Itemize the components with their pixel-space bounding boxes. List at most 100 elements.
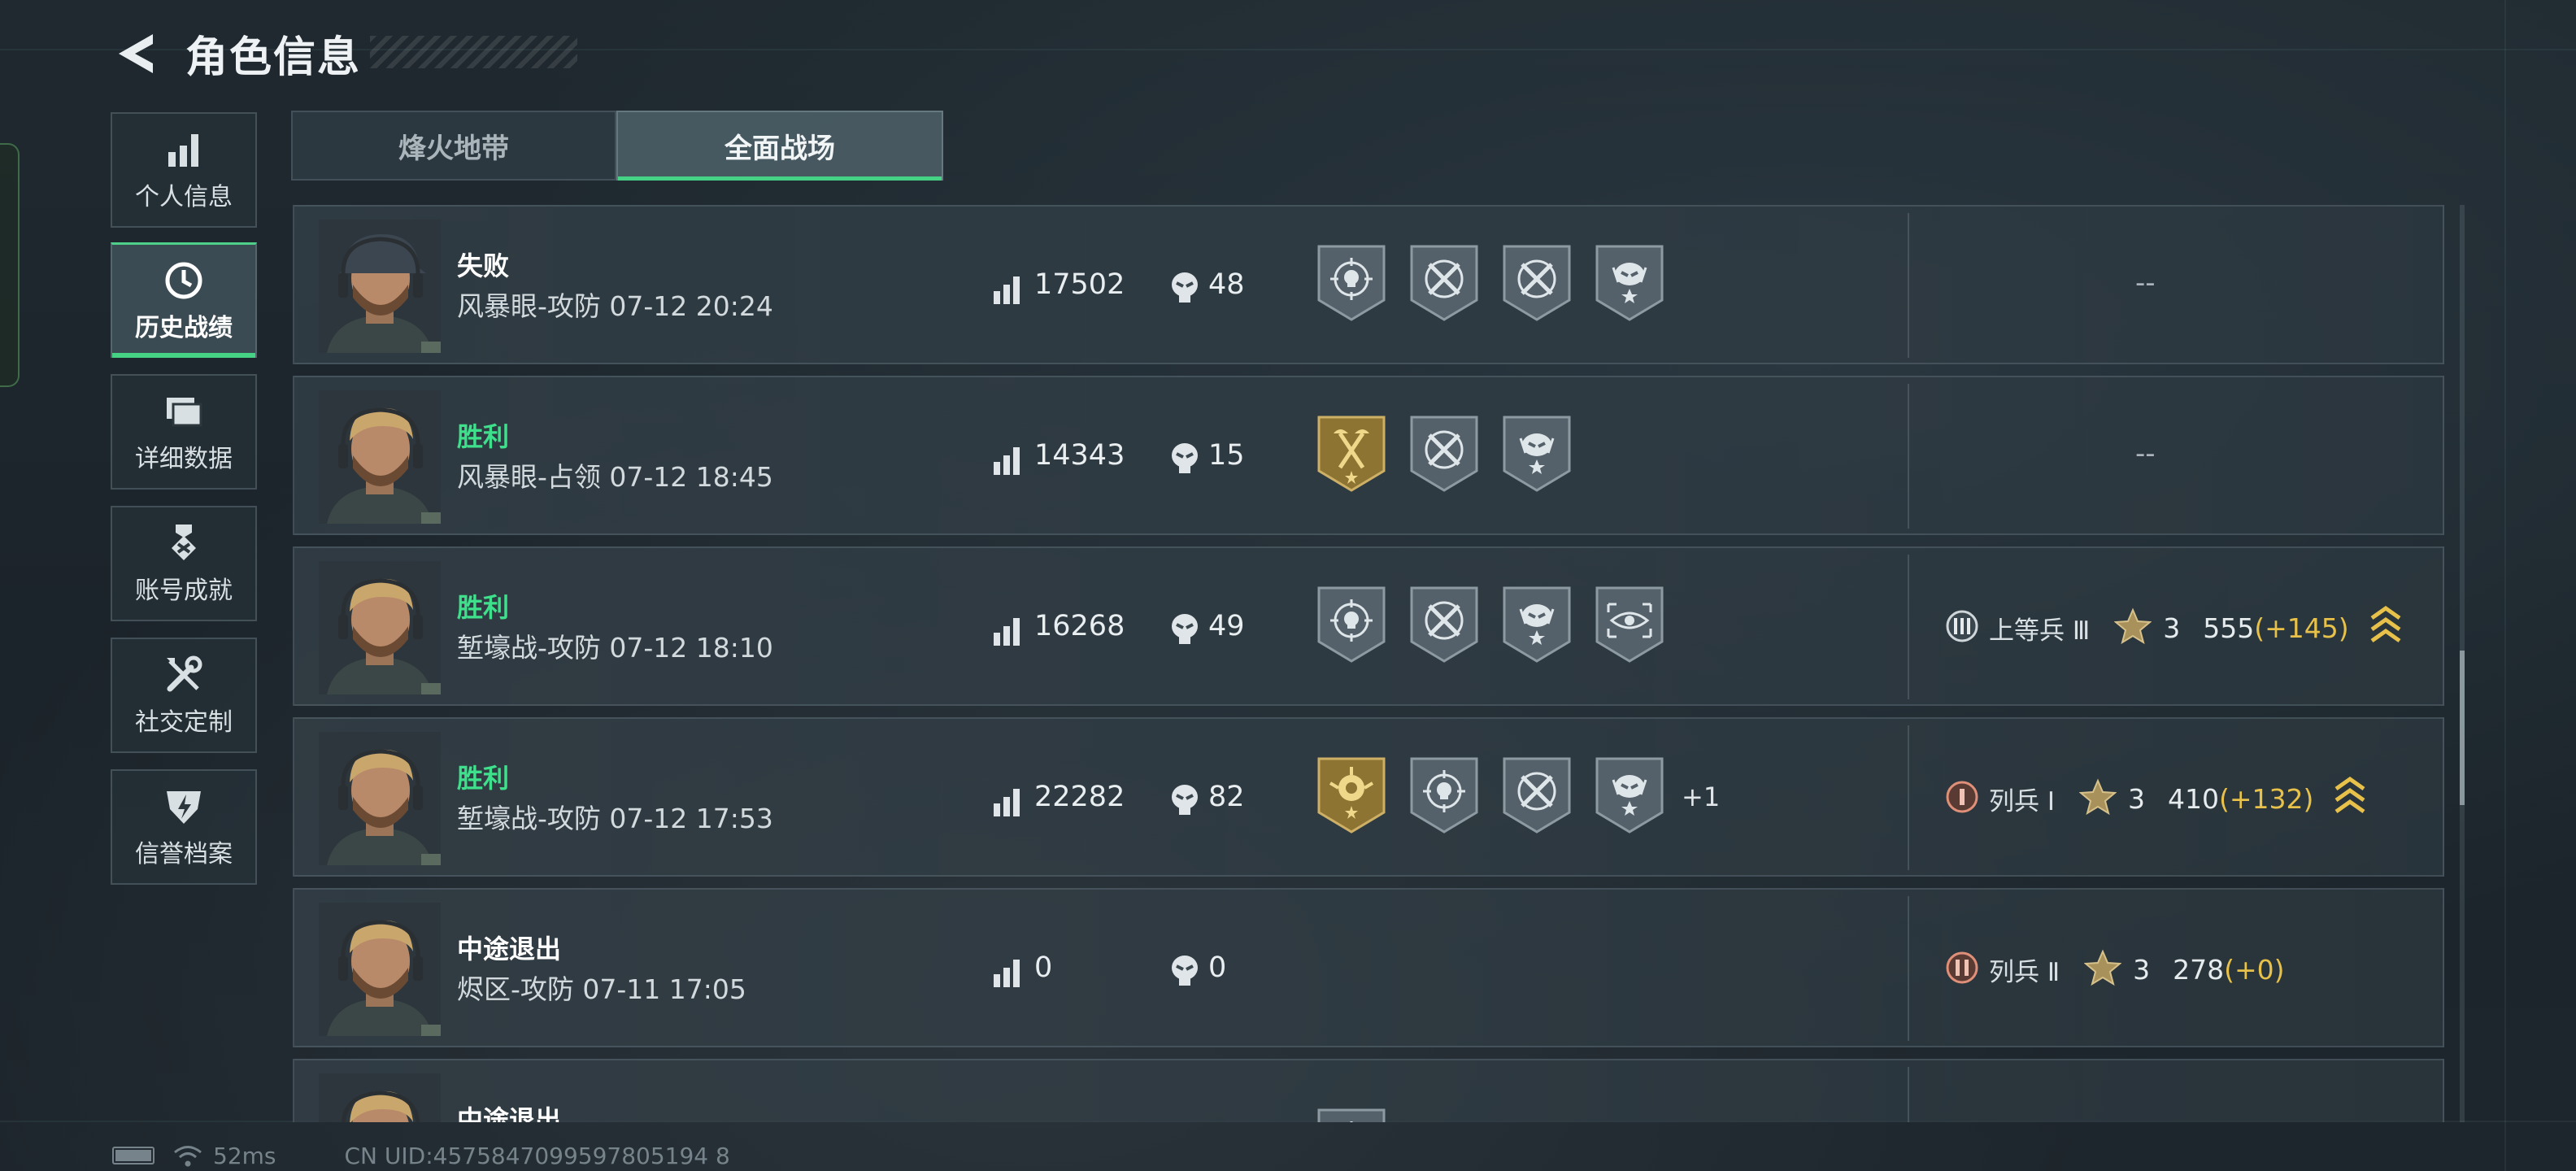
operator-avatar <box>319 220 441 353</box>
score-bar-icon <box>992 446 1021 477</box>
rank-emblem-icon <box>1945 951 1989 988</box>
crossed-rifle-medal-icon[interactable] <box>1408 414 1480 497</box>
match-kills: 49 <box>1208 610 1245 642</box>
match-score: 22282 <box>1034 781 1125 813</box>
match-kills: 82 <box>1208 781 1245 813</box>
match-result: 失败 <box>457 250 510 281</box>
sidebar-item-label: 历史战绩 <box>135 313 233 342</box>
match-result: 胜利 <box>457 421 510 452</box>
operator-avatar <box>319 732 441 865</box>
background-grid-line <box>2504 0 2506 1171</box>
match-row[interactable]: 胜利堑壕战-攻防 07-12 18:10 16268 49 上等兵 Ⅲ 3 555 (+14… <box>293 546 2444 706</box>
match-row[interactable]: 胜利 风暴眼-占领 07-12 18:45 14343 15 -- <box>293 376 2444 535</box>
match-score: 14343 <box>1034 439 1125 472</box>
crossed-rifle-medal-icon[interactable] <box>1408 243 1480 326</box>
battery-icon <box>112 1147 154 1164</box>
match-result: 中途退出 <box>457 1104 562 1122</box>
rank-points: 278 <box>2173 953 2225 986</box>
match-score: 17502 <box>1034 268 1125 301</box>
alien-star-medal-icon[interactable] <box>1501 585 1573 668</box>
ping-text: 52ms <box>213 1142 276 1169</box>
sidebar-item-profile[interactable]: 个人信息 <box>111 112 257 228</box>
operator-avatar <box>319 1073 441 1122</box>
operator-avatar <box>319 390 441 524</box>
sidebar-item-label: 账号成就 <box>135 577 233 605</box>
rank-name: 列兵 Ⅰ <box>1989 786 2055 816</box>
rank-points: 410 <box>2168 782 2219 815</box>
operator-avatar <box>319 903 441 1036</box>
match-map-mode-time: 堑壕战-攻防 07-12 18:10 <box>457 632 773 664</box>
match-map-mode-time: 烬区-攻防 07-11 17:05 <box>457 973 746 1005</box>
crossed-rifle-medal-icon[interactable] <box>1501 755 1573 838</box>
skull-target-medal-icon[interactable] <box>1316 585 1387 668</box>
rank-star-icon <box>2078 778 2128 819</box>
match-medals <box>1316 586 1665 667</box>
tab-beacon-zone[interactable]: 烽火地带 <box>291 111 616 181</box>
rank-up-chevron-icon <box>2369 603 2403 652</box>
match-result: 中途退出 <box>457 934 562 964</box>
score-bar-icon <box>992 616 1021 647</box>
row-divider <box>1908 896 1909 1041</box>
rank-star-count: 3 <box>2128 782 2145 815</box>
score-bar-icon <box>992 787 1021 818</box>
rank-star-icon <box>2083 949 2133 990</box>
eye-scope-medal-icon[interactable] <box>1594 585 1665 668</box>
match-medals <box>1316 415 1573 496</box>
sidebar-item-social-custom[interactable]: 社交定制 <box>111 638 257 753</box>
folder-icon <box>167 398 202 427</box>
score-bar-icon <box>992 275 1021 306</box>
sidebar-item-detailed-data[interactable]: 详细数据 <box>111 374 257 490</box>
match-history-list[interactable]: 失败 风暴眼-攻防 07-12 20:24 17502 48 -- 胜利 风暴眼-占领 07… <box>293 205 2444 1122</box>
more-medals-count[interactable]: +1 <box>1682 781 1720 812</box>
rank-star-count: 3 <box>2163 612 2181 644</box>
skull-target-medal-icon[interactable] <box>1316 243 1387 326</box>
skull-target-medal-icon[interactable] <box>1408 755 1480 838</box>
medal-icon <box>172 525 196 560</box>
match-score: 0 <box>1034 951 1053 984</box>
sidebar-item-credit-record[interactable]: 信誉档案 <box>111 769 257 885</box>
page-title: 角色信息 <box>185 33 362 82</box>
row-divider <box>1908 725 1909 870</box>
alien-star-medal-icon[interactable] <box>1594 243 1665 326</box>
rank-star-count: 3 <box>2133 953 2151 986</box>
crossed-rifle-medal-icon[interactable] <box>1501 243 1573 326</box>
match-row[interactable]: 失败 风暴眼-攻防 07-12 20:24 17502 48 -- <box>293 205 2444 364</box>
rank-change: 列兵 Ⅰ 3 410 (+132) <box>1945 776 2367 821</box>
scrollbar-thumb[interactable] <box>2460 651 2465 805</box>
alien-star-medal-icon[interactable] <box>1501 414 1573 497</box>
match-map-mode-time: 堑壕战-攻防 07-12 17:53 <box>457 803 773 834</box>
row-divider <box>1908 1067 1909 1122</box>
match-result: 胜利 <box>457 592 510 623</box>
sidebar-item-history[interactable]: 历史战绩 <box>111 242 257 358</box>
rank-points-delta: (+132) <box>2219 782 2314 815</box>
match-score: 16268 <box>1034 610 1125 642</box>
gold-flower-medal-icon[interactable] <box>1316 755 1387 838</box>
skull-kills-icon <box>1169 782 1200 818</box>
left-edge-tab[interactable] <box>0 143 20 387</box>
rank-star-icon <box>2113 607 2163 648</box>
rank-change: 上等兵 Ⅲ 3 555 (+145) <box>1945 605 2403 651</box>
alien-star-medal-icon[interactable] <box>1594 755 1665 838</box>
match-map-mode-time: 风暴眼-攻防 07-12 20:24 <box>457 290 773 322</box>
skull-kills-icon <box>1169 441 1200 477</box>
match-row[interactable]: 中途退出 <box>293 1059 2444 1122</box>
crossed-rifle-medal-icon[interactable] <box>1408 585 1480 668</box>
sidebar-item-achievements[interactable]: 账号成就 <box>111 506 257 621</box>
match-medals: +1 <box>1316 756 1720 838</box>
skull-target-medal-icon[interactable] <box>1316 1107 1387 1122</box>
sidebar-item-label: 个人信息 <box>135 183 233 211</box>
shield-bolt-icon <box>167 791 201 824</box>
match-row[interactable]: 中途退出 烬区-攻防 07-11 17:05 0 0 列兵 Ⅱ 3 278 (+0) <box>293 888 2444 1047</box>
skull-kills-icon <box>1169 953 1200 989</box>
sidebar-item-label: 信誉档案 <box>135 840 233 868</box>
back-arrow-icon[interactable] <box>112 29 161 78</box>
rank-points-delta: (+0) <box>2224 953 2285 986</box>
match-map-mode-time: 风暴眼-占领 07-12 18:45 <box>457 461 773 493</box>
match-row[interactable]: 胜利 堑壕战-攻防 07-12 17:53 22282 82 +1 列兵 Ⅰ 3 410 (+1… <box>293 717 2444 877</box>
bar-chart-icon <box>168 134 198 167</box>
match-kills: 0 <box>1208 951 1227 984</box>
operator-avatar <box>319 561 441 694</box>
tab-all-out-warfare[interactable]: 全面战场 <box>616 111 943 181</box>
gold-axes-medal-icon[interactable] <box>1316 414 1387 497</box>
title-decoration <box>370 36 577 68</box>
